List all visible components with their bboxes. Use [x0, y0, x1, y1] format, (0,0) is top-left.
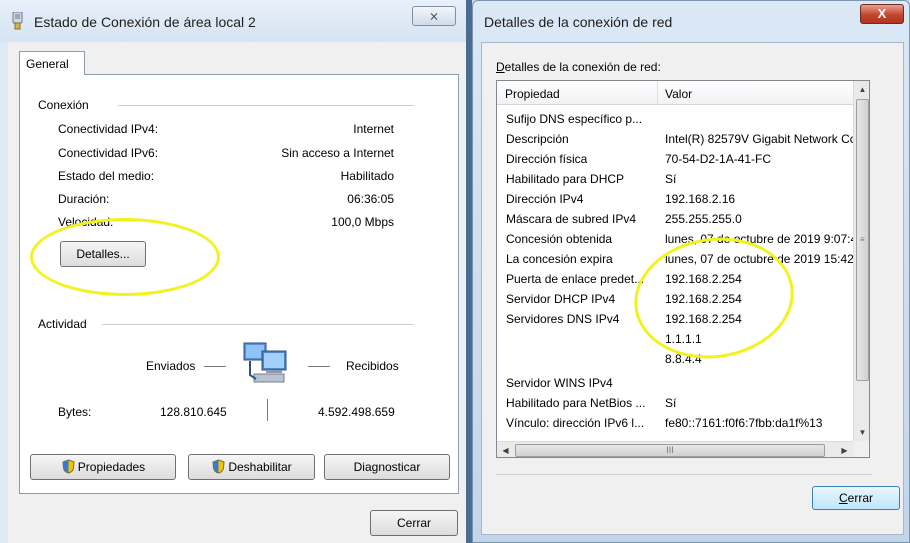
- column-header-value[interactable]: Valor: [665, 87, 692, 101]
- media-state-label: Estado del medio:: [58, 169, 155, 183]
- connection-details-window: Detalles de la conexión de red X Detalle…: [472, 0, 910, 543]
- row-property: Vínculo: dirección IPv6 l...: [506, 416, 645, 430]
- scroll-corner: [853, 441, 869, 457]
- row-property: Máscara de subred IPv4: [506, 212, 637, 226]
- close-icon: X: [877, 6, 887, 21]
- ipv6-value: Sin acceso a Internet: [281, 146, 394, 160]
- window-title: Detalles de la conexión de red: [484, 14, 673, 30]
- bytes-separator: [267, 399, 268, 421]
- ipv6-label: Conectividad IPv6:: [58, 146, 159, 160]
- details-caption: Detalles de la conexión de red:: [496, 60, 661, 74]
- scroll-down-icon[interactable]: ▼: [854, 424, 869, 441]
- list-item[interactable]: Habilitado para DHCP Sí: [497, 169, 853, 189]
- row-property: Habilitado para DHCP: [506, 172, 625, 186]
- properties-label: Propiedades: [77, 460, 146, 474]
- window-title: Estado de Conexión de área local 2: [34, 14, 256, 30]
- list-item[interactable]: Servidor WINS IPv4: [497, 373, 853, 393]
- tab-general[interactable]: General: [19, 51, 85, 75]
- row-value: 255.255.255.0: [665, 212, 742, 226]
- scroll-up-icon[interactable]: ▲: [854, 81, 869, 98]
- title-bar[interactable]: Estado de Conexión de área local 2 ⨯: [0, 0, 466, 42]
- bytes-received-value: 4.592.498.659: [318, 405, 395, 419]
- disable-label: Deshabilitar: [228, 460, 292, 474]
- list-item[interactable]: Máscara de subred IPv4 255.255.255.0: [497, 209, 853, 229]
- list-item[interactable]: Vínculo: dirección IPv6 l... fe80::7161:f…: [497, 413, 853, 433]
- scroll-right-icon[interactable]: ▶: [836, 442, 853, 457]
- caption-accelerator: D: [496, 60, 505, 74]
- connection-heading: Conexión: [38, 98, 95, 112]
- row-property: Dirección IPv4: [506, 192, 584, 206]
- caption-text: etalles de la conexión de red:: [504, 60, 661, 74]
- horizontal-scrollbar[interactable]: ◀ III ▶: [497, 441, 853, 457]
- received-label: Recibidos: [346, 359, 399, 373]
- list-item[interactable]: Concesión obtenida lunes, 07 de octubre d…: [497, 229, 853, 249]
- uac-shield-icon: [212, 459, 225, 474]
- speed-value: 100,0 Mbps: [331, 215, 394, 229]
- disable-button[interactable]: Deshabilitar: [188, 454, 315, 480]
- row-property: Concesión obtenida: [506, 232, 613, 246]
- activity-heading: Actividad: [38, 317, 93, 331]
- properties-button[interactable]: Propiedades: [30, 454, 176, 480]
- divider: [496, 474, 872, 475]
- divider: [102, 324, 414, 325]
- bytes-sent-value: 128.810.645: [160, 405, 227, 419]
- media-state-value: Habilitado: [340, 169, 394, 183]
- vertical-scroll-thumb[interactable]: ≡: [856, 99, 869, 381]
- row-value: fe80::7161:f0f6:7fbb:da1f%13: [665, 416, 823, 430]
- row-property: Puerta de enlace predet...: [506, 272, 645, 286]
- column-header-property[interactable]: Propiedad: [505, 87, 560, 101]
- ipv4-label: Conectividad IPv4:: [58, 122, 159, 136]
- list-item[interactable]: Dirección IPv4 192.168.2.16: [497, 189, 853, 209]
- connection-status-window: Estado de Conexión de área local 2 ⨯ Gen…: [0, 0, 466, 543]
- close-button[interactable]: ⨯: [412, 6, 456, 26]
- row-property: Servidores DNS IPv4: [506, 312, 620, 326]
- diagnose-button[interactable]: Diagnosticar: [324, 454, 450, 480]
- close-dialog-button[interactable]: Cerrar: [812, 486, 900, 510]
- scroll-left-icon[interactable]: ◀: [497, 442, 514, 457]
- row-property: Dirección física: [506, 152, 588, 166]
- list-header: Propiedad Valor: [497, 81, 853, 105]
- close-icon: ⨯: [428, 9, 440, 23]
- row-value: Sí: [665, 172, 677, 186]
- row-property: Habilitado para NetBios ...: [506, 396, 646, 410]
- sent-label: Enviados: [146, 359, 196, 373]
- close-button[interactable]: X: [860, 4, 904, 24]
- row-property: La concesión expira: [506, 252, 613, 266]
- row-value: 70-54-D2-1A-41-FC: [665, 152, 772, 166]
- uac-shield-icon: [62, 459, 75, 474]
- sent-line: [204, 366, 226, 367]
- close-label: errar: [847, 491, 873, 505]
- close-dialog-button[interactable]: Cerrar: [370, 510, 458, 536]
- row-value: Intel(R) 82579V Gigabit Network Conr: [665, 132, 853, 146]
- vertical-scrollbar[interactable]: ▲ ≡ ▼: [853, 81, 869, 441]
- network-adapter-icon: [12, 12, 23, 30]
- highlight-ellipse: [30, 218, 220, 296]
- row-property: Descripción: [506, 132, 569, 146]
- grip-icon: ≡: [860, 235, 865, 244]
- duration-value: 06:36:05: [347, 192, 394, 206]
- duration-label: Duración:: [58, 192, 110, 206]
- list-item[interactable]: Habilitado para NetBios ... Sí: [497, 393, 853, 413]
- row-property: Sufijo DNS específico p...: [506, 112, 643, 126]
- row-value: Sí: [665, 396, 677, 410]
- list-item[interactable]: Sufijo DNS específico p...: [497, 109, 853, 129]
- row-value: 192.168.2.16: [665, 192, 736, 206]
- divider: [118, 105, 414, 106]
- received-line: [308, 366, 330, 367]
- row-property: Servidor WINS IPv4: [506, 376, 613, 390]
- list-item[interactable]: Descripción Intel(R) 82579V Gigabit Netwo…: [497, 129, 853, 149]
- column-separator[interactable]: [657, 81, 658, 105]
- list-item[interactable]: Dirección física 70-54-D2-1A-41-FC: [497, 149, 853, 169]
- ipv4-value: Internet: [353, 122, 394, 136]
- horizontal-scroll-thumb[interactable]: III: [515, 444, 825, 457]
- network-computers-icon: [243, 342, 287, 383]
- bytes-label: Bytes:: [58, 405, 92, 419]
- close-accelerator: C: [838, 491, 848, 505]
